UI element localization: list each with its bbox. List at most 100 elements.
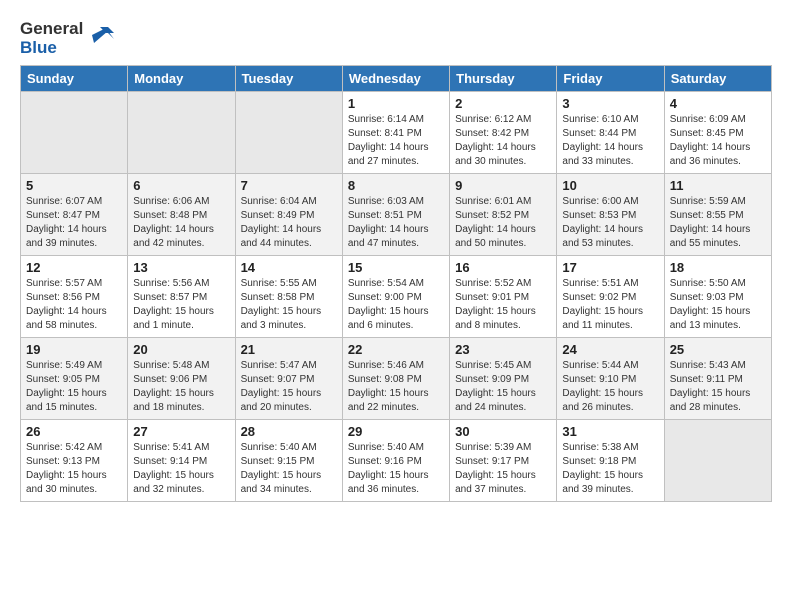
calendar-cell: 19Sunrise: 5:49 AM Sunset: 9:05 PM Dayli… [21,338,128,420]
calendar-cell: 30Sunrise: 5:39 AM Sunset: 9:17 PM Dayli… [450,420,557,502]
day-info: Sunrise: 5:44 AM Sunset: 9:10 PM Dayligh… [562,359,658,415]
calendar-cell [235,92,342,174]
day-number: 18 [670,260,766,275]
calendar-week-5: 26Sunrise: 5:42 AM Sunset: 9:13 PM Dayli… [21,420,772,502]
calendar-cell: 29Sunrise: 5:40 AM Sunset: 9:16 PM Dayli… [342,420,449,502]
calendar-cell: 31 Sunrise: 5:38 AM Sunset: 9:18 PM Dayli… [557,420,664,502]
day-info: Sunrise: 5:38 AM Sunset: 9:18 PM Dayligh… [562,441,658,497]
day-info: Sunrise: 5:48 AM Sunset: 9:06 PM Dayligh… [133,359,229,415]
calendar-cell: 7 Sunrise: 6:04 AM Sunset: 8:49 PM Daylig… [235,174,342,256]
day-info: Sunrise: 5:40 AM Sunset: 9:16 PM Dayligh… [348,441,444,497]
day-info: Sunrise: 5:47 AM Sunset: 9:07 PM Dayligh… [241,359,337,415]
day-number: 7 [241,178,337,193]
calendar-cell: 14Sunrise: 5:55 AM Sunset: 8:58 PM Dayli… [235,256,342,338]
day-number: 17 [562,260,658,275]
calendar-cell [21,92,128,174]
calendar-cell: 18Sunrise: 5:50 AM Sunset: 9:03 PM Dayli… [664,256,771,338]
day-number: 15 [348,260,444,275]
calendar-cell: 21 Sunrise: 5:47 AM Sunset: 9:07 PM Dayli… [235,338,342,420]
calendar-cell: 27 Sunrise: 5:41 AM Sunset: 9:14 PM Dayli… [128,420,235,502]
day-number: 21 [241,342,337,357]
day-info: Sunrise: 5:54 AM Sunset: 9:00 PM Dayligh… [348,277,444,333]
day-number: 25 [670,342,766,357]
day-info: Sunrise: 5:42 AM Sunset: 9:13 PM Dayligh… [26,441,122,497]
day-info: Sunrise: 5:59 AM Sunset: 8:55 PM Dayligh… [670,195,766,251]
calendar-cell: 16 Sunrise: 5:52 AM Sunset: 9:01 PM Dayli… [450,256,557,338]
day-number: 8 [348,178,444,193]
calendar-cell [128,92,235,174]
calendar-cell: 2Sunrise: 6:12 AM Sunset: 8:42 PM Daylig… [450,92,557,174]
calendar-cell: 23 Sunrise: 5:45 AM Sunset: 9:09 PM Dayli… [450,338,557,420]
day-info: Sunrise: 6:14 AM Sunset: 8:41 PM Dayligh… [348,113,444,169]
calendar-cell: 12 Sunrise: 5:57 AM Sunset: 8:56 PM Dayli… [21,256,128,338]
day-number: 3 [562,96,658,111]
day-info: Sunrise: 5:41 AM Sunset: 9:14 PM Dayligh… [133,441,229,497]
logo-icon [86,21,116,51]
day-number: 20 [133,342,229,357]
day-info: Sunrise: 5:39 AM Sunset: 9:17 PM Dayligh… [455,441,551,497]
calendar-cell: 3 Sunrise: 6:10 AM Sunset: 8:44 PM Daylig… [557,92,664,174]
weekday-header-saturday: Saturday [664,66,771,92]
day-number: 23 [455,342,551,357]
day-info: Sunrise: 5:57 AM Sunset: 8:56 PM Dayligh… [26,277,122,333]
logo: General Blue [20,20,116,57]
calendar-cell: 28 Sunrise: 5:40 AM Sunset: 9:15 PM Dayli… [235,420,342,502]
calendar-table: SundayMondayTuesdayWednesdayThursdayFrid… [20,65,772,502]
weekday-header-wednesday: Wednesday [342,66,449,92]
calendar-cell: 26Sunrise: 5:42 AM Sunset: 9:13 PM Dayli… [21,420,128,502]
day-info: Sunrise: 5:51 AM Sunset: 9:02 PM Dayligh… [562,277,658,333]
day-info: Sunrise: 6:09 AM Sunset: 8:45 PM Dayligh… [670,113,766,169]
header-row: General Blue [20,20,772,57]
calendar-cell: 4Sunrise: 6:09 AM Sunset: 8:45 PM Daylig… [664,92,771,174]
logo-general: General [20,19,83,38]
day-info: Sunrise: 5:52 AM Sunset: 9:01 PM Dayligh… [455,277,551,333]
logo-blue-text: Blue [20,38,57,57]
day-info: Sunrise: 6:07 AM Sunset: 8:47 PM Dayligh… [26,195,122,251]
weekday-header-sunday: Sunday [21,66,128,92]
day-number: 9 [455,178,551,193]
calendar-cell: 15 Sunrise: 5:54 AM Sunset: 9:00 PM Dayli… [342,256,449,338]
calendar-week-1: 1 Sunrise: 6:14 AM Sunset: 8:41 PM Daylig… [21,92,772,174]
calendar-cell: 11 Sunrise: 5:59 AM Sunset: 8:55 PM Dayli… [664,174,771,256]
calendar-cell: 25 Sunrise: 5:43 AM Sunset: 9:11 PM Dayli… [664,338,771,420]
calendar-cell [664,420,771,502]
day-number: 10 [562,178,658,193]
day-number: 16 [455,260,551,275]
day-info: Sunrise: 5:49 AM Sunset: 9:05 PM Dayligh… [26,359,122,415]
day-number: 1 [348,96,444,111]
day-info: Sunrise: 5:43 AM Sunset: 9:11 PM Dayligh… [670,359,766,415]
calendar-week-2: 5Sunrise: 6:07 AM Sunset: 8:47 PM Daylig… [21,174,772,256]
day-number: 31 [562,424,658,439]
day-info: Sunrise: 6:00 AM Sunset: 8:53 PM Dayligh… [562,195,658,251]
day-info: Sunrise: 5:40 AM Sunset: 9:15 PM Dayligh… [241,441,337,497]
day-info: Sunrise: 6:12 AM Sunset: 8:42 PM Dayligh… [455,113,551,169]
calendar-cell: 1 Sunrise: 6:14 AM Sunset: 8:41 PM Daylig… [342,92,449,174]
day-number: 6 [133,178,229,193]
day-info: Sunrise: 5:45 AM Sunset: 9:09 PM Dayligh… [455,359,551,415]
day-info: Sunrise: 6:04 AM Sunset: 8:49 PM Dayligh… [241,195,337,251]
calendar-cell: 22Sunrise: 5:46 AM Sunset: 9:08 PM Dayli… [342,338,449,420]
day-info: Sunrise: 6:03 AM Sunset: 8:51 PM Dayligh… [348,195,444,251]
day-info: Sunrise: 6:10 AM Sunset: 8:44 PM Dayligh… [562,113,658,169]
weekday-header-tuesday: Tuesday [235,66,342,92]
weekday-header-row: SundayMondayTuesdayWednesdayThursdayFrid… [21,66,772,92]
day-info: Sunrise: 6:06 AM Sunset: 8:48 PM Dayligh… [133,195,229,251]
day-number: 27 [133,424,229,439]
day-number: 14 [241,260,337,275]
day-number: 28 [241,424,337,439]
day-info: Sunrise: 6:01 AM Sunset: 8:52 PM Dayligh… [455,195,551,251]
calendar-cell: 10 Sunrise: 6:00 AM Sunset: 8:53 PM Dayli… [557,174,664,256]
calendar-cell: 9 Sunrise: 6:01 AM Sunset: 8:52 PM Daylig… [450,174,557,256]
day-number: 11 [670,178,766,193]
weekday-header-thursday: Thursday [450,66,557,92]
page-container: General Blue SundayMondayTuesdayWednesda… [0,0,792,512]
day-number: 12 [26,260,122,275]
calendar-week-3: 12 Sunrise: 5:57 AM Sunset: 8:56 PM Dayli… [21,256,772,338]
calendar-cell: 24Sunrise: 5:44 AM Sunset: 9:10 PM Dayli… [557,338,664,420]
logo-text: General Blue [20,20,83,57]
calendar-cell: 13 Sunrise: 5:56 AM Sunset: 8:57 PM Dayli… [128,256,235,338]
calendar-week-4: 19Sunrise: 5:49 AM Sunset: 9:05 PM Dayli… [21,338,772,420]
day-number: 22 [348,342,444,357]
day-number: 13 [133,260,229,275]
day-info: Sunrise: 5:56 AM Sunset: 8:57 PM Dayligh… [133,277,229,333]
